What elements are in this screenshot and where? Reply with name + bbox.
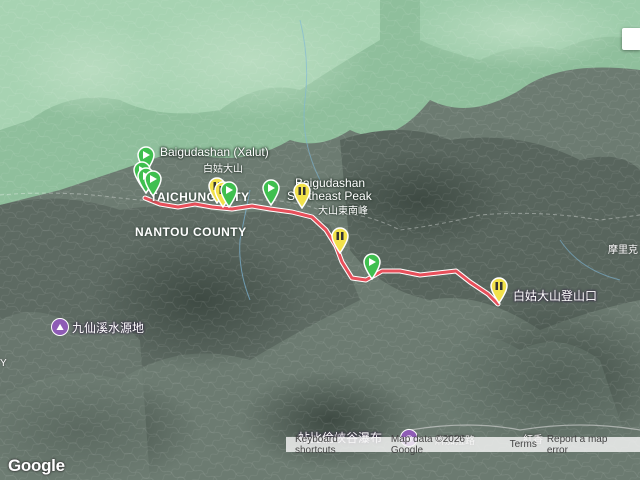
marker-green-icon[interactable] — [219, 180, 239, 208]
county-label-nantou: NANTOU COUNTY — [135, 225, 247, 239]
spring-label[interactable]: 九仙溪水源地 — [72, 319, 144, 336]
report-map-error-link[interactable]: Report a map error — [547, 434, 631, 456]
marker-green-icon[interactable] — [143, 169, 163, 197]
attribution-bar: Keyboard shortcuts Map data ©2026 Google… — [286, 434, 640, 456]
map-data-text: Map data ©2026 Google — [390, 433, 465, 456]
trailhead-label[interactable]: 白姑大山登山口 — [513, 287, 597, 304]
google-logo: Google — [8, 456, 65, 475]
spring-poi-icon[interactable]: ⛰ — [51, 318, 69, 336]
terrain-layer — [0, 0, 640, 480]
edge-label-left: Y — [0, 358, 7, 369]
map-canvas[interactable]: Baigudashan (Xalut) 白姑大山 Baigudashan Sou… — [0, 0, 640, 480]
marker-green-icon[interactable] — [362, 252, 382, 280]
peak-label-southeast-zh: 大山東南峰 — [318, 206, 368, 217]
peak-label-baigudashan-zh: 白姑大山 — [203, 164, 243, 175]
marker-yellow-trailhead-icon[interactable] — [489, 276, 509, 304]
marker-yellow-pause-icon[interactable] — [292, 181, 312, 209]
marker-yellow-pause-icon[interactable] — [330, 226, 350, 254]
peak-label-baigudashan: Baigudashan (Xalut) — [160, 145, 269, 159]
map-type-control[interactable] — [622, 28, 640, 50]
edge-label-right: 摩里克 — [608, 245, 638, 256]
marker-green-icon[interactable] — [261, 178, 281, 206]
keyboard-shortcuts-link[interactable]: Keyboard shortcuts — [295, 434, 381, 456]
terms-link[interactable]: Terms — [510, 439, 537, 450]
